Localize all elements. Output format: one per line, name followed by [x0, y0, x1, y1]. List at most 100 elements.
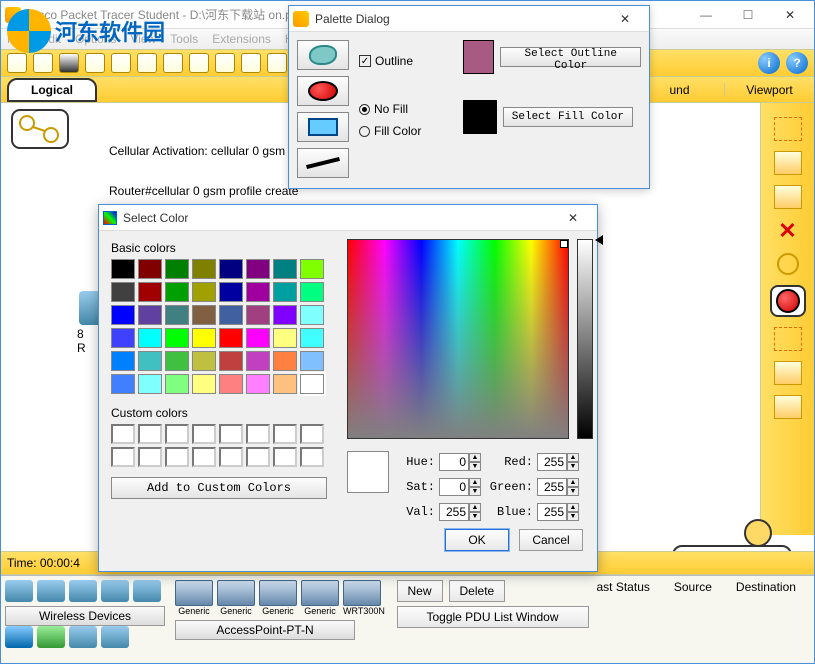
basic-color-cell[interactable]: [138, 305, 162, 325]
realtime-clock-icon[interactable]: [744, 519, 772, 547]
red-input[interactable]: ▲▼: [537, 453, 583, 471]
basic-color-cell[interactable]: [111, 328, 135, 348]
hue-input[interactable]: ▲▼: [439, 453, 485, 471]
cat-switches-icon[interactable]: [37, 580, 65, 602]
complex-pdu-icon[interactable]: [774, 395, 802, 419]
value-strip[interactable]: [577, 239, 593, 439]
tool-save-icon[interactable]: [59, 53, 79, 73]
basic-color-cell[interactable]: [219, 305, 243, 325]
custom-color-cell[interactable]: [219, 424, 243, 444]
custom-color-cell[interactable]: [192, 424, 216, 444]
tool-redo-icon[interactable]: [215, 53, 235, 73]
custom-color-cell[interactable]: [165, 447, 189, 467]
basic-color-cell[interactable]: [165, 282, 189, 302]
custom-color-cell[interactable]: [246, 447, 270, 467]
tool-zoom-in-icon[interactable]: [241, 53, 261, 73]
basic-color-cell[interactable]: [273, 374, 297, 394]
val-input[interactable]: ▲▼: [439, 503, 485, 521]
draw-tool-selected[interactable]: [770, 285, 806, 317]
resize-tool-icon[interactable]: [774, 327, 802, 351]
tab-logical[interactable]: Logical: [7, 78, 97, 102]
device-item[interactable]: WRT300N: [343, 580, 385, 616]
basic-color-cell[interactable]: [165, 305, 189, 325]
basic-color-cell[interactable]: [138, 328, 162, 348]
fill-color-radio[interactable]: Fill Color: [359, 124, 453, 138]
custom-color-cell[interactable]: [273, 424, 297, 444]
basic-color-cell[interactable]: [111, 374, 135, 394]
basic-color-cell[interactable]: [246, 374, 270, 394]
custom-color-cell[interactable]: [138, 447, 162, 467]
select-tool-icon[interactable]: [774, 117, 802, 141]
basic-color-cell[interactable]: [111, 305, 135, 325]
cat-connections-icon[interactable]: [133, 580, 161, 602]
new-button[interactable]: New: [397, 580, 443, 602]
basic-color-cell[interactable]: [273, 328, 297, 348]
palette-titlebar[interactable]: Palette Dialog ✕: [289, 6, 649, 32]
basic-color-cell[interactable]: [300, 259, 324, 279]
tool-zoom-out-icon[interactable]: [267, 53, 287, 73]
basic-color-cell[interactable]: [192, 259, 216, 279]
device-item[interactable]: Generic: [217, 580, 255, 616]
custom-color-cell[interactable]: [300, 447, 324, 467]
basic-color-cell[interactable]: [219, 374, 243, 394]
device-item[interactable]: Generic: [175, 580, 213, 616]
basic-color-cell[interactable]: [246, 305, 270, 325]
basic-color-cell[interactable]: [192, 328, 216, 348]
basic-color-cell[interactable]: [192, 351, 216, 371]
value-pointer-icon[interactable]: [595, 235, 603, 245]
cat-hubs-icon[interactable]: [69, 580, 97, 602]
help-button[interactable]: ?: [786, 52, 808, 74]
place-note-icon[interactable]: [774, 185, 802, 209]
tool-wizard-icon[interactable]: [111, 53, 131, 73]
select-outline-color-button[interactable]: Select Outline Color: [500, 47, 641, 67]
device-item[interactable]: Generic: [301, 580, 339, 616]
basic-color-cell[interactable]: [165, 328, 189, 348]
basic-color-cell[interactable]: [273, 282, 297, 302]
basic-color-cell[interactable]: [246, 351, 270, 371]
color-close-button[interactable]: ✕: [553, 206, 593, 230]
select-fill-color-button[interactable]: Select Fill Color: [503, 107, 633, 127]
tool-copy-icon[interactable]: [137, 53, 157, 73]
basic-color-cell[interactable]: [219, 259, 243, 279]
viewport-button[interactable]: Viewport: [724, 83, 814, 97]
custom-color-cell[interactable]: [273, 447, 297, 467]
delete-button[interactable]: Delete: [449, 580, 506, 602]
inspect-tool-icon[interactable]: [777, 253, 799, 275]
basic-color-cell[interactable]: [300, 282, 324, 302]
basic-color-cell[interactable]: [246, 282, 270, 302]
close-button[interactable]: ✕: [770, 3, 810, 27]
basic-color-cell[interactable]: [111, 259, 135, 279]
basic-color-cell[interactable]: [219, 351, 243, 371]
green-input[interactable]: ▲▼: [537, 478, 583, 496]
tool-open-icon[interactable]: [33, 53, 53, 73]
basic-color-cell[interactable]: [273, 305, 297, 325]
cancel-button[interactable]: Cancel: [519, 529, 583, 551]
tool-new-icon[interactable]: [7, 53, 27, 73]
basic-color-cell[interactable]: [111, 282, 135, 302]
basic-color-cell[interactable]: [165, 351, 189, 371]
basic-color-cell[interactable]: [165, 259, 189, 279]
basic-color-cell[interactable]: [138, 259, 162, 279]
tool-paste-icon[interactable]: [163, 53, 183, 73]
delete-tool-icon[interactable]: ✕: [774, 219, 802, 243]
custom-color-cell[interactable]: [138, 424, 162, 444]
basic-color-cell[interactable]: [273, 259, 297, 279]
cat-multi-icon[interactable]: [101, 626, 129, 648]
add-custom-colors-button[interactable]: Add to Custom Colors: [111, 477, 327, 499]
shape-freeform-button[interactable]: [297, 40, 349, 70]
maximize-button[interactable]: ☐: [728, 3, 768, 27]
custom-color-cell[interactable]: [246, 424, 270, 444]
device-item[interactable]: Generic: [259, 580, 297, 616]
shape-ellipse-button[interactable]: [297, 76, 349, 106]
minimize-button[interactable]: —: [686, 3, 726, 27]
ok-button[interactable]: OK: [445, 529, 509, 551]
no-fill-radio[interactable]: No Fill: [359, 102, 453, 116]
basic-color-cell[interactable]: [219, 328, 243, 348]
color-titlebar[interactable]: Select Color ✕: [99, 205, 597, 231]
outline-checkbox[interactable]: ✓Outline: [359, 54, 453, 68]
cluster-icon[interactable]: [11, 109, 69, 149]
menu-extensions[interactable]: Extensions: [212, 32, 271, 46]
basic-color-cell[interactable]: [300, 374, 324, 394]
basic-color-cell[interactable]: [165, 374, 189, 394]
note-tool-icon[interactable]: [774, 151, 802, 175]
